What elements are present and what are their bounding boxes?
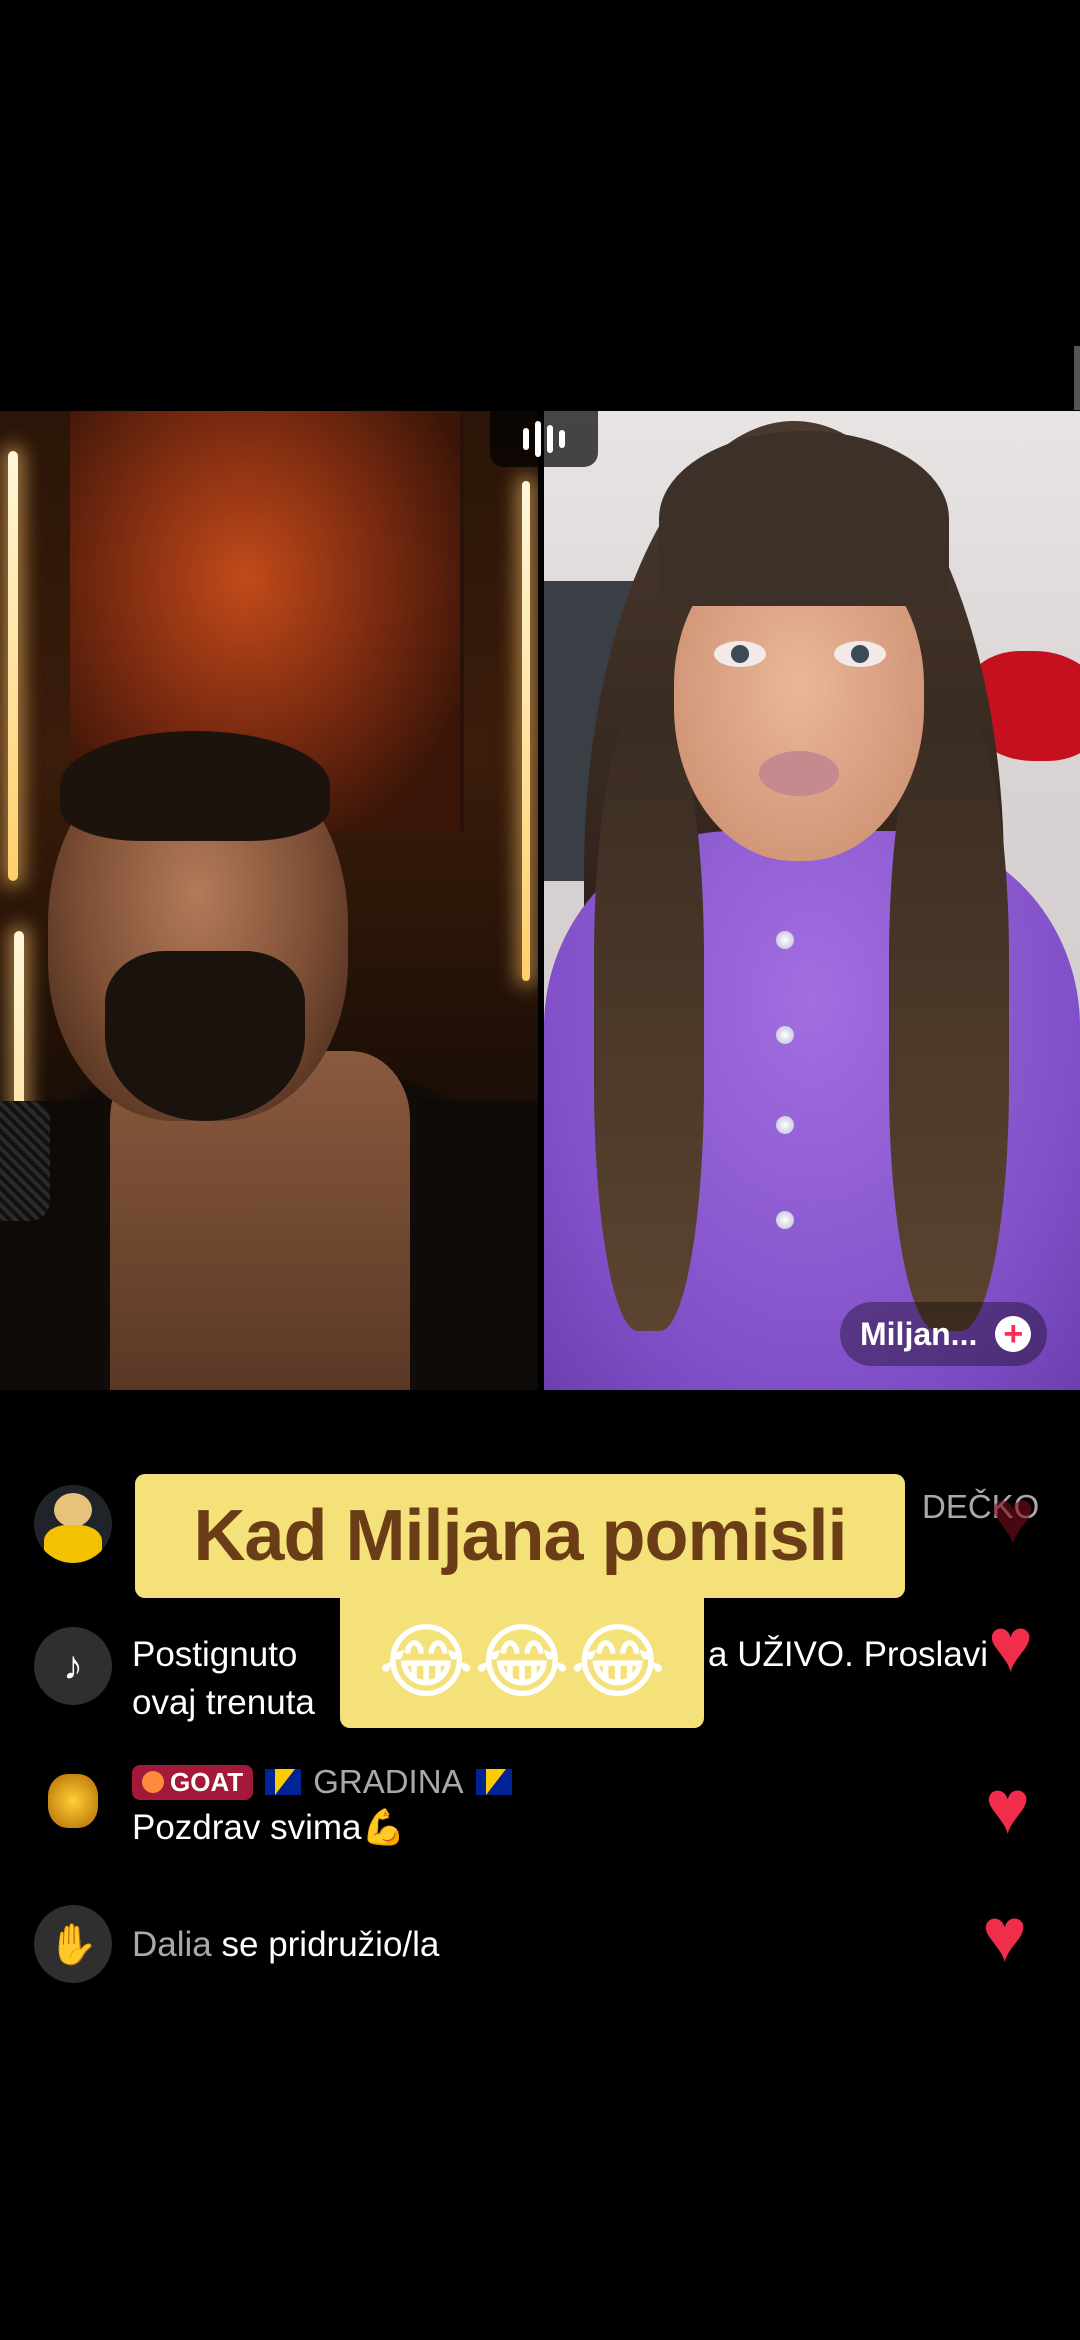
guest-eye <box>834 641 886 667</box>
host-hair <box>60 731 330 841</box>
guest-bangs <box>659 431 949 606</box>
comment-text: se pridružio/la <box>221 1925 440 1964</box>
guest-lips <box>759 751 839 796</box>
caption-text: Kad Miljana pomisli <box>193 1496 847 1576</box>
comment-username: GRADINA <box>313 1763 464 1800</box>
host-video-panel[interactable] <box>0 411 538 1390</box>
follow-plus-icon[interactable]: + <box>995 1316 1032 1352</box>
scrollbar[interactable] <box>1074 346 1080 410</box>
guest-name-tag[interactable]: Miljan... + <box>840 1302 1048 1366</box>
live-video-area[interactable] <box>0 411 1080 1390</box>
light-strip <box>522 481 530 981</box>
goat-badge: GOAT <box>132 1764 254 1800</box>
caption-emoji-sticker: 😂😂😂 <box>340 1598 704 1728</box>
heart-icon: ♥ <box>988 1603 1034 1688</box>
caption-sticker: Kad Miljana pomisli <box>135 1474 905 1598</box>
guest-video-panel[interactable] <box>544 411 1080 1390</box>
heart-icon: ♥ <box>985 1765 1031 1850</box>
audio-wave-icon[interactable] <box>490 411 598 467</box>
guest-hair-left <box>594 711 704 1331</box>
comment-text: a UŽIVO. Proslavi <box>708 1635 989 1674</box>
light-strip <box>8 451 18 881</box>
comment-username[interactable]: Dalia <box>132 1925 212 1964</box>
comment-item[interactable]: GOAT GRADINA Pozdrav svima💪 <box>34 1760 512 1852</box>
guest-hair-right <box>889 711 1009 1331</box>
bosnia-flag-icon <box>475 1769 512 1795</box>
level-icon <box>142 1771 164 1793</box>
host-beard <box>105 951 305 1121</box>
user-avatar[interactable] <box>34 1485 112 1563</box>
guest-name[interactable]: Miljan... <box>860 1316 977 1353</box>
microphone <box>0 1101 50 1221</box>
heart-icon: ♥ <box>982 1893 1028 1978</box>
sweater-button <box>776 1116 794 1134</box>
sweater-button <box>776 1026 794 1044</box>
comment-text: Pozdrav svima💪 <box>132 1808 406 1847</box>
gold-character-avatar[interactable] <box>34 1760 112 1838</box>
bosnia-flag-icon <box>265 1769 302 1795</box>
tiktok-icon: ♪ <box>34 1627 112 1705</box>
comment-text: Postignuto <box>132 1635 298 1674</box>
sweater-button <box>776 1211 794 1229</box>
caption-emojis: 😂😂😂 <box>378 1617 666 1708</box>
guest-eye <box>714 641 766 667</box>
comment-item[interactable]: ✋ Dalia se pridružio/la <box>34 1905 439 1983</box>
wave-hand-icon: ✋ <box>34 1905 112 1983</box>
sweater-button <box>776 931 794 949</box>
badge-label: GOAT <box>170 1766 244 1797</box>
heart-icon: ♥ <box>990 1475 1036 1560</box>
host-tank-top <box>0 1101 538 1390</box>
